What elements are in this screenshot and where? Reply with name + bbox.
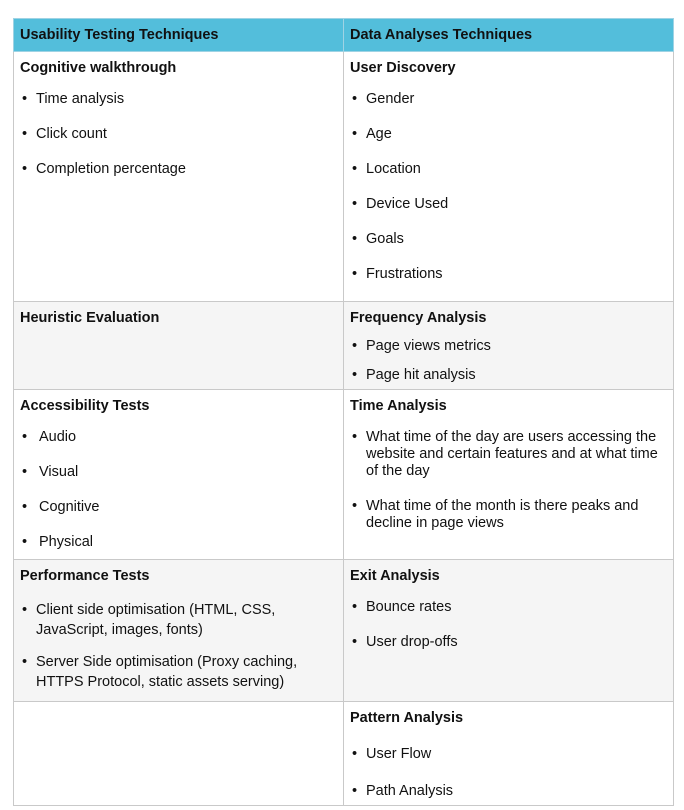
cell-data-analysis: Frequency Analysis • Page views metrics •… — [343, 301, 674, 390]
list-item: • Visual — [22, 464, 79, 480]
header-data-analyses: Data Analyses Techniques — [343, 18, 674, 52]
list-item: • Device Used — [352, 196, 449, 212]
technique-list: • User Flow • Path Analysis — [350, 746, 667, 800]
cell-usability: Performance Tests • Client side optimisat… — [13, 559, 344, 702]
list-item: • Page views metrics — [352, 338, 491, 354]
list-item: • User Flow — [352, 746, 432, 762]
technique-list: • Time analysis • Click count • Completion … — [20, 91, 337, 178]
list-item: • Page hit analysis — [352, 367, 476, 383]
technique-list: • Client side optimisation (HTML, CSS, Ja… — [20, 600, 337, 692]
list-item: • Server Side optimisation (Proxy caching… — [22, 654, 298, 690]
list-item: • Time analysis — [22, 91, 125, 107]
cell-data-analysis: Time Analysis • What time of the day are… — [343, 389, 674, 560]
list-item: • Frustrations — [352, 266, 443, 282]
technique-title: Pattern Analysis — [350, 710, 464, 726]
list-item: • Age — [352, 126, 392, 142]
technique-list: • Gender • Age • Location • Device Used • Goa… — [350, 91, 667, 283]
table-row: Accessibility Tests • Audio • Visual • Cogn… — [13, 389, 674, 560]
list-item: • Audio — [22, 429, 77, 445]
list-item: • Location — [352, 161, 421, 177]
cell-data-analysis: User Discovery • Gender • Age • Location • D… — [343, 51, 674, 302]
technique-title: Exit Analysis — [350, 568, 440, 584]
cell-data-analysis: Exit Analysis • Bounce rates • User drop-o… — [343, 559, 674, 702]
technique-list: • Audio • Visual • Cognitive • Physical — [20, 429, 337, 551]
techniques-table: Usability Testing Techniques Data Analys… — [13, 18, 674, 806]
technique-title: Cognitive walkthrough — [20, 60, 177, 76]
technique-title: Heuristic Evaluation — [20, 310, 160, 326]
list-item: • Click count — [22, 126, 107, 142]
list-item: • Gender — [352, 91, 415, 107]
list-item: • Path Analysis — [352, 783, 454, 799]
list-item: • Goals — [352, 231, 404, 247]
technique-title: User Discovery — [350, 60, 456, 76]
table-row: Heuristic Evaluation Frequency Analysis … — [13, 301, 674, 390]
technique-list: • What time of the day are users accessi… — [350, 429, 667, 532]
cell-usability: Accessibility Tests • Audio • Visual • Cogn… — [13, 389, 344, 560]
table-row: Performance Tests • Client side optimisat… — [13, 559, 674, 702]
cell-usability: Cognitive walkthrough • Time analysis • Cl… — [13, 51, 344, 302]
list-item: • Completion percentage — [22, 161, 186, 177]
cell-data-analysis: Pattern Analysis • User Flow • Path Analys… — [343, 701, 674, 806]
cell-usability — [13, 701, 344, 806]
table-row: Cognitive walkthrough • Time analysis • Cl… — [13, 51, 674, 302]
list-item: • What time of the month is there peaks a… — [352, 498, 639, 531]
technique-title: Performance Tests — [20, 568, 150, 584]
list-item: • Cognitive — [22, 499, 100, 515]
technique-list: • Bounce rates • User drop-offs — [350, 599, 667, 651]
technique-list: • Page views metrics • Page hit analysis — [350, 338, 667, 384]
technique-title: Accessibility Tests — [20, 398, 150, 414]
cell-usability: Heuristic Evaluation — [13, 301, 344, 390]
header-row: Usability Testing Techniques Data Analys… — [13, 18, 674, 52]
technique-title: Frequency Analysis — [350, 310, 487, 326]
list-item: • Bounce rates — [352, 599, 452, 615]
header-usability: Usability Testing Techniques — [13, 18, 344, 52]
list-item: • What time of the day are users accessi… — [352, 429, 658, 479]
technique-title: Time Analysis — [350, 398, 447, 414]
list-item: • Physical — [22, 534, 93, 550]
table-row: Pattern Analysis • User Flow • Path Analys… — [13, 701, 674, 806]
list-item: • User drop-offs — [352, 634, 458, 650]
list-item: • Client side optimisation (HTML, CSS, Ja… — [22, 602, 276, 638]
